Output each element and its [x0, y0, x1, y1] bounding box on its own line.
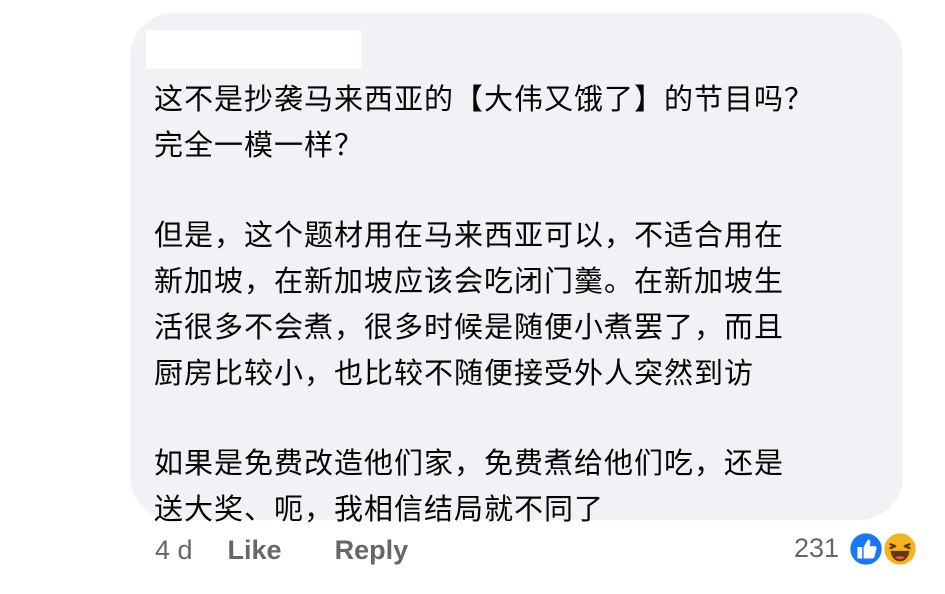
haha-icon — [881, 530, 919, 568]
comment-paragraph-1: 这不是抄袭马来西亚的【大伟又饿了】的节目吗？ 完全一模一样？ — [154, 82, 815, 162]
comment-container: 这不是抄袭马来西亚的【大伟又饿了】的节目吗？ 完全一模一样？ 但是，这个题材用在… — [0, 0, 945, 594]
comment-paragraph-2: 但是，这个题材用在马来西亚可以，不适合用在 新加坡，在新加坡应该会吃闭门羹。在新… — [154, 218, 785, 390]
reaction-summary[interactable]: 231 — [794, 526, 921, 570]
reply-button[interactable]: Reply — [335, 535, 409, 566]
reaction-count: 231 — [793, 532, 839, 563]
comment-text: 这不是抄袭马来西亚的【大伟又饿了】的节目吗？ 完全一模一样？ 但是，这个题材用在… — [154, 76, 874, 532]
like-icon — [847, 530, 885, 568]
comment-timestamp[interactable]: 4 d — [155, 535, 193, 566]
comment-paragraph-3: 如果是免费改造他们家，免费煮给他们吃，还是 送大奖、呃，我相信结局就不同了 — [154, 446, 785, 526]
comment-actions: 4 d Like Reply — [155, 530, 461, 570]
like-button[interactable]: Like — [228, 535, 282, 566]
redacted-author-name — [146, 30, 361, 69]
comment-bubble: 这不是抄袭马来西亚的【大伟又饿了】的节目吗？ 完全一模一样？ 但是，这个题材用在… — [130, 13, 903, 526]
reaction-icons — [847, 528, 921, 568]
